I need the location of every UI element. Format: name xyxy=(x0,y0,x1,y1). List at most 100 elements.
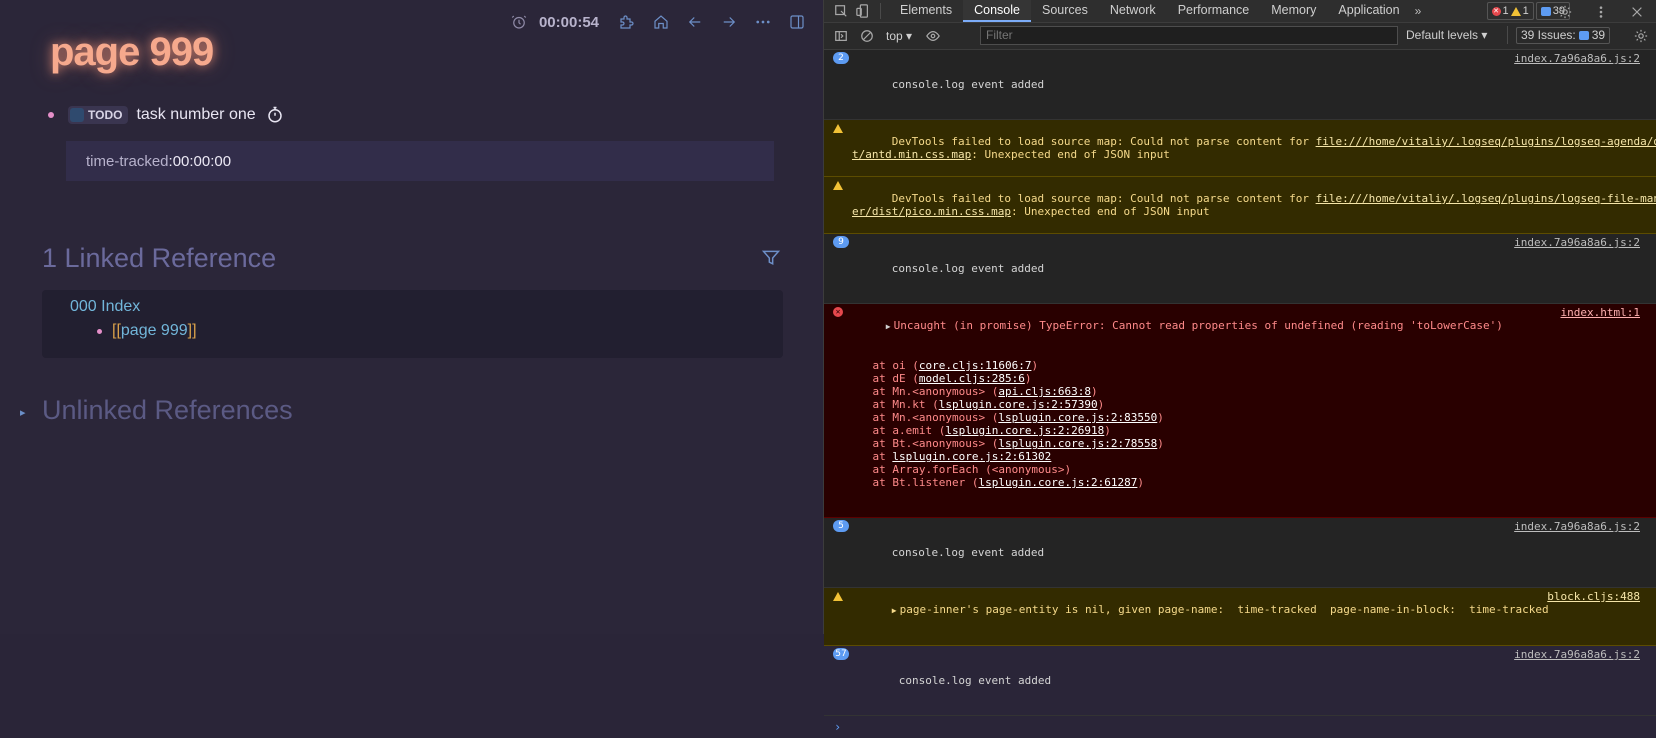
stack-frame-link[interactable]: lsplugin.core.js:2:83550 xyxy=(998,411,1157,424)
console-error-row[interactable]: ✕ ▶ Uncaught (in promise) TypeError: Canno… xyxy=(824,304,1656,518)
tab-performance[interactable]: Performance xyxy=(1167,0,1261,22)
source-map-link-cont[interactable]: t/antd.min.css.map xyxy=(852,148,971,161)
source-link[interactable]: index.7a96a8a6.js:2 xyxy=(1514,648,1640,661)
console-warning-row[interactable]: DevTools failed to load source map: Coul… xyxy=(824,177,1656,234)
tab-network[interactable]: Network xyxy=(1099,0,1167,22)
alarm-clock-icon[interactable] xyxy=(509,12,529,32)
stack-frame-text: at oi ( xyxy=(846,359,919,372)
source-map-link[interactable]: file:///home/vitaliy/.logseq/plugins/log… xyxy=(1316,135,1656,148)
stack-frame: at Bt.<anonymous> (lsplugin.core.js:2:78… xyxy=(846,437,1626,450)
stack-frame-link[interactable]: core.cljs:11606:7 xyxy=(919,359,1032,372)
page-title[interactable]: page 999 xyxy=(50,30,214,75)
todo-checkbox[interactable] xyxy=(70,108,84,122)
stack-frame: at Bt.listener (lsplugin.core.js:2:61287… xyxy=(846,476,1626,489)
console-log-row[interactable]: 5 console.log event added index.7a96a8a6… xyxy=(824,518,1656,588)
log-levels-label: Default levels xyxy=(1406,28,1479,42)
stack-frame-link[interactable]: lsplugin.core.js:2:78558 xyxy=(998,437,1157,450)
arrow-left-icon[interactable] xyxy=(685,12,705,32)
console-filter-input[interactable] xyxy=(980,26,1398,45)
stack-frame-link[interactable]: lsplugin.core.js:2:61302 xyxy=(892,450,1051,463)
console-settings-gear-icon[interactable] xyxy=(1632,27,1650,45)
console-warning-row[interactable]: DevTools failed to load source map: Coul… xyxy=(824,120,1656,177)
tab-application[interactable]: Application xyxy=(1327,0,1410,22)
stack-frame-end: ) xyxy=(1097,398,1105,411)
show-sidebar-icon[interactable] xyxy=(832,27,850,45)
block-bullet[interactable] xyxy=(48,112,54,118)
stopwatch-icon[interactable] xyxy=(266,106,284,124)
warning-text: DevTools failed to load source map: Coul… xyxy=(891,192,1316,205)
warning-text-end: : Unexpected end of JSON input xyxy=(971,148,1170,161)
expand-triangle-icon[interactable]: ▶ xyxy=(886,322,891,331)
stack-frame-text: at Mn.<anonymous> ( xyxy=(846,385,999,398)
error-counter[interactable]: ✕ 1 1 xyxy=(1486,2,1534,20)
inspect-element-icon[interactable] xyxy=(832,2,850,20)
stack-frame: at dE (model.cljs:285:6) xyxy=(846,372,1626,385)
console-warning-row[interactable]: ▶ page-inner's page-entity is nil, given … xyxy=(824,588,1656,646)
expand-triangle-icon[interactable]: ▶ xyxy=(892,606,897,615)
issues-pill[interactable]: 39 Issues: 39 xyxy=(1516,26,1611,44)
block-bullet[interactable] xyxy=(97,328,102,334)
tab-console[interactable]: Console xyxy=(963,0,1031,22)
console-output: 2 console.log event added index.7a96a8a6… xyxy=(824,50,1656,738)
issues-count: 39 xyxy=(1591,28,1606,42)
source-link[interactable]: index.7a96a8a6.js:2 xyxy=(1514,52,1640,65)
log-levels-dropdown[interactable]: Default levels ▾ xyxy=(1406,28,1487,42)
reference-block[interactable]: [[page 999]] xyxy=(97,322,197,340)
console-prompt[interactable]: › xyxy=(824,716,1656,738)
stack-frame-link[interactable]: lsplugin.core.js:2:26918 xyxy=(945,424,1104,437)
task-block[interactable]: TODO task number one xyxy=(48,106,284,124)
stack-frame-link[interactable]: model.cljs:285:6 xyxy=(919,372,1025,385)
tab-elements[interactable]: Elements xyxy=(889,0,963,22)
todo-label: TODO xyxy=(88,108,123,122)
puzzle-icon[interactable] xyxy=(617,12,637,32)
home-icon[interactable] xyxy=(651,12,671,32)
tab-sources[interactable]: Sources xyxy=(1031,0,1099,22)
issues-button[interactable]: 39 Issues: 39 xyxy=(1507,26,1611,44)
reference-page-link[interactable]: 000 Index xyxy=(70,298,140,316)
tab-memory[interactable]: Memory xyxy=(1260,0,1327,22)
source-link[interactable]: index.7a96a8a6.js:2 xyxy=(1514,236,1640,249)
more-tabs-icon[interactable]: » xyxy=(1415,4,1422,18)
source-link[interactable]: index.7a96a8a6.js:2 xyxy=(1514,520,1640,533)
context-selector[interactable]: top ▾ xyxy=(886,29,912,43)
stack-frame-link[interactable]: lsplugin.core.js:2:57390 xyxy=(939,398,1098,411)
stack-frame: at lsplugin.core.js:2:61302 xyxy=(846,450,1626,463)
stack-frame-text: at a.emit ( xyxy=(846,424,946,437)
property-key[interactable]: time-tracked xyxy=(86,153,169,170)
devtools-actions xyxy=(1548,3,1646,21)
console-log-row[interactable]: 57 console.log event added index.7a96a8a… xyxy=(824,646,1656,716)
task-text[interactable]: task number one xyxy=(136,106,255,124)
todo-marker[interactable]: TODO xyxy=(68,106,129,124)
unlinked-references-title[interactable]: Unlinked References xyxy=(42,395,293,426)
clear-console-icon[interactable] xyxy=(858,27,876,45)
stack-frame-text: at xyxy=(846,450,893,463)
linked-references-title[interactable]: 1 Linked Reference xyxy=(42,243,276,274)
source-map-link-cont[interactable]: er/dist/pico.min.css.map xyxy=(852,205,1011,218)
stack-frame-text: at dE ( xyxy=(846,372,919,385)
expand-arrow-icon[interactable]: ▸ xyxy=(20,406,26,419)
settings-gear-icon[interactable] xyxy=(1556,3,1574,21)
device-toolbar-icon[interactable] xyxy=(854,2,872,20)
source-link[interactable]: block.cljs:488 xyxy=(1547,590,1640,603)
warning-text-end: : Unexpected end of JSON input xyxy=(1010,205,1210,218)
log-message: console.log event added xyxy=(891,78,1045,91)
error-message: Uncaught (in promise) TypeError: Cannot … xyxy=(893,319,1503,332)
arrow-right-icon[interactable] xyxy=(719,12,739,32)
sidebar-toggle-icon[interactable] xyxy=(787,12,807,32)
more-dots-icon[interactable] xyxy=(753,12,773,32)
console-log-row[interactable]: 2 console.log event added index.7a96a8a6… xyxy=(824,50,1656,120)
console-log-row[interactable]: 9 console.log event added index.7a96a8a6… xyxy=(824,234,1656,304)
stack-frame-link[interactable]: api.cljs:663:8 xyxy=(998,385,1091,398)
stack-frame-end: ) xyxy=(1104,424,1111,437)
source-link[interactable]: index.html:1 xyxy=(1561,306,1640,319)
live-expression-eye-icon[interactable] xyxy=(924,27,942,45)
source-map-link[interactable]: file:///home/vitaliy/.logseq/plugins/log… xyxy=(1316,192,1656,205)
close-devtools-icon[interactable] xyxy=(1628,3,1646,21)
repeat-count-badge: 9 xyxy=(833,236,849,248)
stack-frame-link[interactable]: lsplugin.core.js:2:61287 xyxy=(978,476,1137,489)
top-toolbar: 00:00:54 xyxy=(509,8,807,36)
page-ref-link[interactable]: page 999 xyxy=(121,322,188,340)
kebab-menu-icon[interactable] xyxy=(1592,3,1610,21)
context-value: top xyxy=(886,29,903,43)
filter-icon[interactable] xyxy=(761,248,781,268)
